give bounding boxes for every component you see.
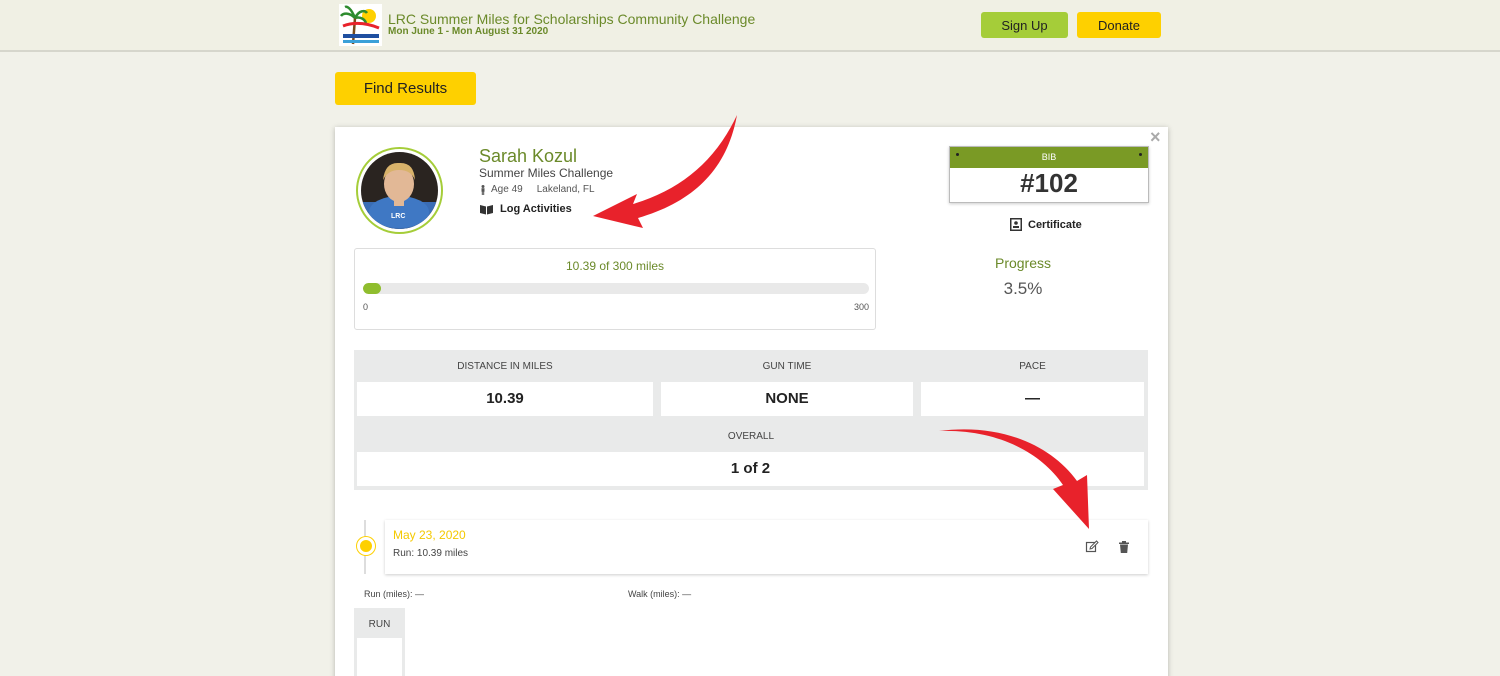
participant-name: Sarah Kozul — [479, 146, 578, 166]
certificate-link[interactable]: Certificate — [1010, 218, 1082, 231]
club-logo-icon[interactable] — [339, 4, 382, 46]
log-activities-label: Log Activities — [500, 203, 572, 215]
progress-label: Progress — [994, 255, 1052, 271]
progress-min: 0 — [363, 302, 369, 312]
bib-number: #102 — [1020, 168, 1078, 198]
gun-time-value: NONE — [661, 382, 913, 416]
pace-value: — — [921, 382, 1144, 416]
run-miles-summary: Run (miles): — — [364, 589, 425, 599]
distance-summary: 10.39 of 300 miles — [565, 259, 665, 273]
book-open-icon — [480, 204, 493, 214]
activity-entry: May 23, 2020 Run: 10.39 miles — [385, 520, 1148, 574]
overall-label: OVERALL — [727, 431, 775, 442]
distance-progress-bar — [363, 283, 869, 294]
log-activities-link[interactable]: Log Activities — [479, 203, 572, 215]
run-tab-label: RUN — [368, 619, 391, 630]
stats-panel: DISTANCE IN MILES 10.39 GUN TIME NONE PA… — [354, 350, 1148, 490]
sign-up-button[interactable]: Sign Up — [981, 12, 1068, 38]
distance-progress-box: 10.39 of 300 miles 0 300 — [354, 248, 876, 330]
certificate-icon — [1010, 218, 1022, 231]
overall-value: 1 of 2 — [357, 452, 1144, 486]
svg-text:LRC: LRC — [391, 213, 405, 220]
close-icon[interactable]: × — [1150, 127, 1161, 148]
run-tab[interactable]: RUN — [354, 608, 405, 676]
challenge-name: Summer Miles Challenge — [479, 166, 614, 180]
distance-progress-fill — [363, 283, 381, 294]
event-title: LRC Summer Miles for Scholarships Commun… — [388, 11, 756, 27]
walk-miles-summary: Walk (miles): — — [628, 589, 692, 599]
event-dates: Mon June 1 - Mon August 31 2020 — [388, 26, 549, 37]
participant-card: × LRC Sarah Kozul Summer Miles Challenge… — [335, 127, 1168, 676]
find-results-button[interactable]: Find Results — [335, 72, 476, 105]
top-bar: LRC Summer Miles for Scholarships Commun… — [0, 0, 1500, 52]
pace-label: PACE — [1019, 361, 1046, 372]
participant-meta: Age 49 Lakeland, FL — [479, 184, 595, 195]
person-icon — [481, 184, 485, 195]
donate-button[interactable]: Donate — [1077, 12, 1161, 38]
timeline-dot — [357, 537, 375, 555]
activity-description: Run: 10.39 miles — [393, 548, 469, 559]
bib-badge: BIB #102 — [949, 146, 1149, 203]
trash-icon[interactable] — [1117, 540, 1131, 554]
certificate-label: Certificate — [1028, 218, 1082, 231]
bib-label: BIB — [1041, 152, 1057, 162]
participant-age: Age 49 — [491, 184, 523, 195]
edit-icon[interactable] — [1085, 540, 1099, 554]
gun-time-label: GUN TIME — [762, 361, 812, 372]
distance-value: 10.39 — [357, 382, 653, 416]
participant-location: Lakeland, FL — [536, 184, 595, 195]
activity-date: May 23, 2020 — [393, 528, 466, 542]
progress-max: 300 — [853, 302, 869, 312]
progress-value: 3.5% — [1003, 279, 1043, 298]
participant-photo: LRC — [361, 152, 438, 229]
distance-label: DISTANCE IN MILES — [457, 361, 553, 372]
avatar: LRC — [356, 147, 443, 234]
